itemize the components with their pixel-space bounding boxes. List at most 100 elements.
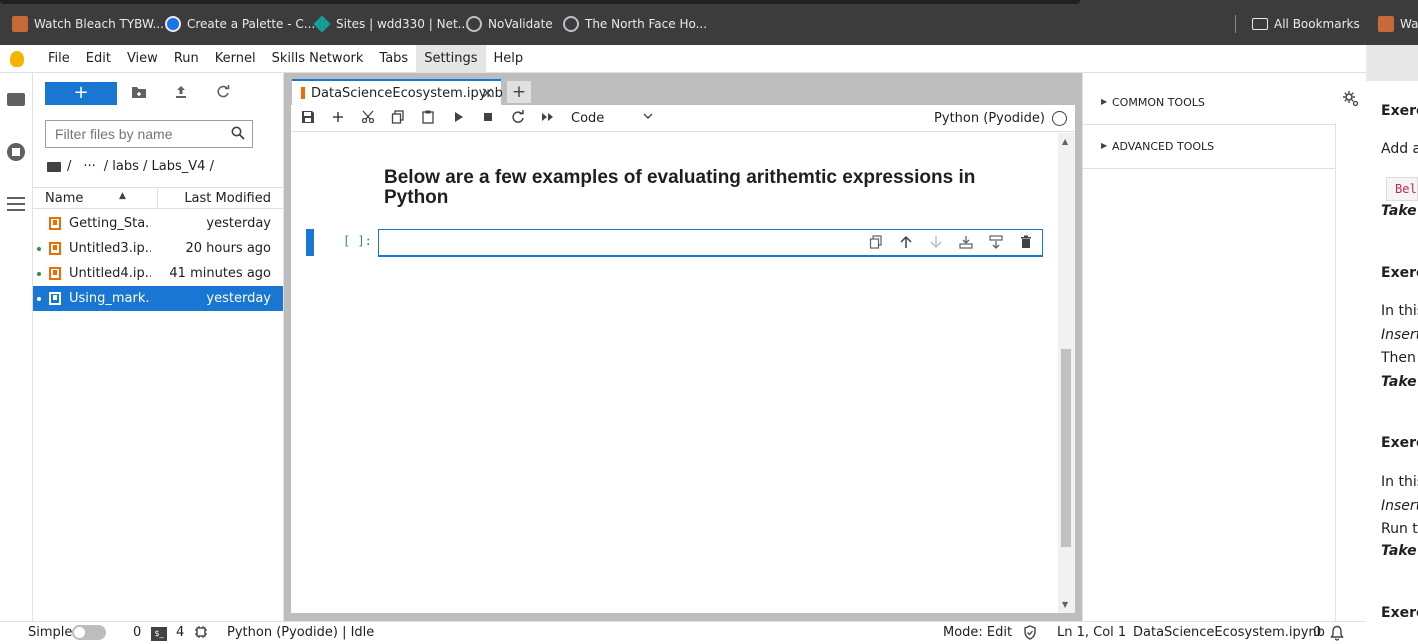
tab-datascienceecosystem[interactable]: DataScienceEcosystem.ipynb × [292,79,503,105]
scroll-up-icon[interactable]: ▲ [1062,137,1068,146]
kernel-count[interactable]: 4 [176,625,184,640]
refresh-icon[interactable] [214,84,232,102]
file-modified: 20 hours ago [185,241,271,256]
bookmark-overflow[interactable]: Wa [1378,14,1418,34]
stop-icon[interactable] [480,110,496,126]
advanced-tools-section[interactable]: ▶ ADVANCED TOOLS [1083,125,1335,169]
anime-icon [1378,16,1394,32]
menu-edit[interactable]: Edit [78,45,119,73]
column-divider[interactable] [157,188,158,209]
filter-files-input[interactable]: Filter files by name [45,120,253,148]
status-bar: Simple 0 $_ 4 Python (Pyodide) | Idle Mo… [0,621,1366,644]
bookmark-novalidate[interactable]: NoValidate [466,14,553,34]
doc-line: In this [1381,474,1418,490]
file-row-selected[interactable]: Using_mark... yesterday [33,286,283,311]
menu-view[interactable]: View [119,45,166,73]
menu-tabs[interactable]: Tabs [371,45,416,73]
notebook-icon [49,242,61,255]
common-tools-section[interactable]: ▶ COMMON TOOLS [1083,81,1335,125]
insert-below-icon[interactable] [988,235,1004,251]
column-name[interactable]: Name [45,191,83,206]
duplicate-cell-icon[interactable] [868,235,884,251]
run-icon[interactable] [450,110,466,126]
file-row[interactable]: Getting_Sta... yesterday [33,211,283,236]
running-indicator [37,272,41,276]
cursor-position[interactable]: Ln 1, Col 1 [1057,625,1126,640]
running-kernels-icon[interactable] [7,143,25,161]
insert-cell-icon[interactable] [330,110,346,126]
breadcrumb-sep: / [67,159,72,174]
simple-mode-label: Simple [28,625,73,640]
editor-mode: Mode: Edit [943,625,1013,640]
bookmark-netlify[interactable]: Sites | wdd330 | Net... [313,14,469,34]
instructions-header [1366,45,1418,81]
delete-cell-icon[interactable] [1018,235,1034,251]
doc-line: Add a [1381,141,1418,157]
jupyterlite-logo-icon [10,50,24,67]
move-down-icon[interactable] [928,235,944,251]
kernel-chip-icon [194,625,208,643]
kernel-name[interactable]: Python (Pyodide) [934,111,1045,126]
menu-settings[interactable]: Settings [416,44,486,73]
simple-mode-toggle[interactable] [72,625,106,640]
doc-line: Run t [1381,521,1418,537]
sort-asc-icon: ▲ [119,191,126,201]
bell-icon[interactable] [1329,625,1345,644]
scrollbar-thumb[interactable] [1061,349,1071,547]
bookmark-label: Create a Palette - C... [187,17,316,31]
notification-count[interactable]: 0 [1313,625,1321,640]
main-dock-area: DataScienceEcosystem.ipynb × + Code Pyth… [284,73,1082,621]
close-icon[interactable]: × [481,83,494,102]
new-launcher-button[interactable]: + [45,82,117,105]
cut-icon[interactable] [360,110,376,126]
home-folder-icon[interactable] [47,161,61,172]
breadcrumb-path[interactable]: / labs / Labs_V4 / [104,159,214,174]
add-tab-button[interactable]: + [507,81,531,103]
move-up-icon[interactable] [898,235,914,251]
notebook-scrollbar[interactable]: ▲ ▼ [1058,133,1075,613]
code-cell-editor[interactable] [378,229,1043,257]
table-of-contents-icon[interactable] [7,197,25,215]
run-all-icon[interactable] [540,110,556,126]
all-bookmarks-button[interactable]: All Bookmarks [1252,14,1360,34]
menu-help[interactable]: Help [486,45,532,73]
file-row[interactable]: Untitled3.ip... 20 hours ago [33,236,283,261]
menu-skills-network[interactable]: Skills Network [264,45,372,73]
scroll-down-icon[interactable]: ▼ [1062,600,1068,609]
notebook-icon [49,267,61,280]
breadcrumb-ellipsis[interactable]: ··· [83,159,95,174]
chevron-down-icon [643,109,653,129]
shield-icon[interactable] [1023,625,1037,644]
bookmark-northface[interactable]: The North Face Ho... [563,14,707,34]
bookmark-separator [1235,15,1236,33]
menu-kernel[interactable]: Kernel [207,45,264,73]
notebook-icon [301,87,305,99]
file-modified: 41 minutes ago [169,266,271,281]
insert-above-icon[interactable] [958,235,974,251]
bookmark-coolors[interactable]: Create a Palette - C... [165,14,315,34]
kernel-status[interactable]: Python (Pyodide) | Idle [227,625,374,640]
markdown-heading[interactable]: Below are a few examples of evaluating a… [384,168,1004,208]
copy-icon[interactable] [390,110,406,126]
terminal-icon: $_ [151,627,167,641]
column-last-modified[interactable]: Last Modified [184,191,271,206]
cell-type-value: Code [571,111,605,126]
new-folder-icon[interactable] [130,84,148,102]
upload-icon[interactable] [172,84,190,102]
file-modified: yesterday [206,291,271,306]
bookmark-bleach[interactable]: Watch Bleach TYBW... [12,14,164,34]
folder-icon[interactable] [7,93,25,106]
menu-run[interactable]: Run [166,45,207,73]
breadcrumb: / ··· / labs / Labs_V4 / [47,159,214,174]
folder-icon [1252,18,1268,30]
property-inspector: ▶ COMMON TOOLS ▶ ADVANCED TOOLS [1082,73,1366,621]
save-icon[interactable] [300,110,316,126]
terminal-count[interactable]: 0 [133,625,141,640]
doc-line: Then [1381,350,1416,366]
menu-file[interactable]: File [40,45,78,73]
cell-type-select[interactable]: Code [571,109,655,129]
file-row[interactable]: Untitled4.ip... 41 minutes ago [33,261,283,286]
restart-icon[interactable] [510,110,526,126]
paste-icon[interactable] [420,110,436,126]
property-inspector-gear-icon[interactable] [1342,90,1360,108]
